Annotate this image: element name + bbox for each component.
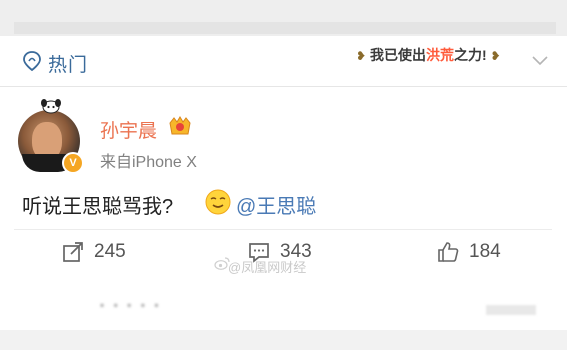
chevron-down-icon[interactable] bbox=[532, 56, 548, 66]
thumbs-up-icon bbox=[438, 242, 459, 262]
vip-crown-icon bbox=[169, 116, 191, 135]
action-bar-divider bbox=[14, 229, 552, 230]
dog-pendant-icon bbox=[41, 99, 61, 114]
slogan-highlight: 洪荒 bbox=[425, 47, 454, 63]
like-count: 184 bbox=[469, 241, 501, 262]
bottom-background-band bbox=[0, 330, 567, 350]
mention-link[interactable]: @王思聪 bbox=[236, 190, 316, 219]
username[interactable]: 孙宇晨 bbox=[100, 116, 157, 143]
repost-icon bbox=[63, 242, 83, 262]
blurred-next-post-box bbox=[486, 305, 536, 315]
top-strip bbox=[14, 22, 556, 34]
smirk-emoji-icon bbox=[205, 189, 231, 215]
slogan-suffix: 之力! bbox=[453, 47, 487, 63]
section-title-hot[interactable]: 热门 bbox=[48, 50, 88, 77]
location-pin-icon bbox=[23, 51, 41, 72]
header-divider bbox=[0, 86, 567, 87]
slogan-prefix: 我已使出 bbox=[369, 47, 426, 63]
post-source: 来自iPhone X bbox=[100, 154, 197, 171]
section-header: 热门 ❥ 我已使出洪荒之力! ❥ bbox=[0, 36, 567, 86]
top-background-band bbox=[0, 0, 567, 36]
verified-badge-icon: V bbox=[62, 152, 84, 174]
sparkle-icon: ❥ bbox=[356, 49, 367, 63]
slogan-banner: ❥ 我已使出洪荒之力! ❥ bbox=[356, 45, 501, 65]
blurred-next-post: ▪ ▪ ▪ ▪ ▪ bbox=[100, 298, 162, 312]
watermark: @凤凰网财经 bbox=[228, 260, 307, 275]
repost-count: 245 bbox=[94, 241, 126, 262]
sparkle-icon: ❥ bbox=[490, 49, 501, 63]
post-text: 听说王思聪骂我? bbox=[22, 196, 174, 218]
